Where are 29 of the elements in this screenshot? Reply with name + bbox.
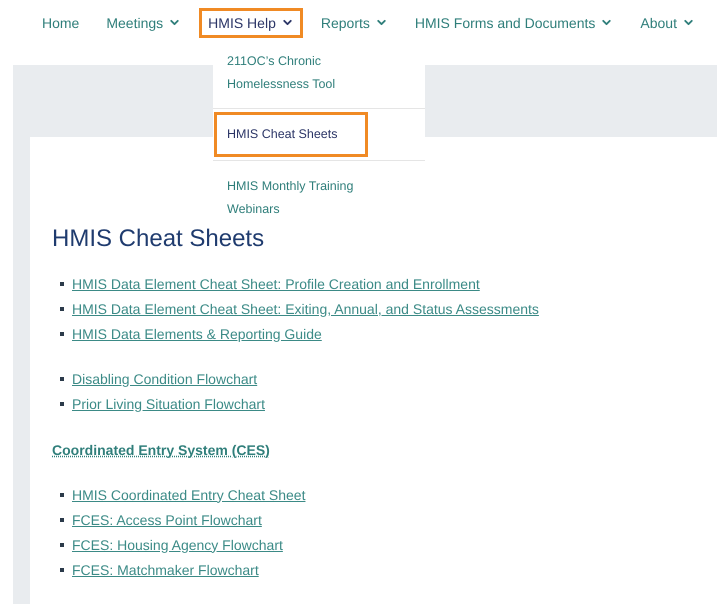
bullet-icon bbox=[60, 282, 64, 286]
nav-link[interactable]: HMIS Forms and Documents bbox=[406, 8, 622, 38]
document-link[interactable]: Prior Living Situation Flowchart bbox=[72, 396, 265, 412]
bullet-icon bbox=[60, 568, 64, 572]
document-link[interactable]: FCES: Matchmaker Flowchart bbox=[72, 562, 259, 578]
page-title: HMIS Cheat Sheets bbox=[52, 225, 266, 253]
document-link[interactable]: HMIS Data Elements & Reporting Guide bbox=[72, 326, 322, 342]
menu-item[interactable]: 211OC’s Chronic Homelessness Tool bbox=[213, 50, 391, 96]
document-link[interactable]: HMIS Coordinated Entry Cheat Sheet bbox=[72, 486, 306, 502]
section-heading-link[interactable]: Coordinated Entry System (CES) bbox=[52, 442, 270, 458]
document-link[interactable]: FCES: Housing Agency Flowchart bbox=[72, 536, 283, 552]
bullet-icon bbox=[60, 542, 64, 546]
menu-item[interactable]: HMIS Cheat Sheets bbox=[214, 112, 368, 157]
bullet-icon bbox=[60, 402, 64, 406]
document-link[interactable]: Disabling Condition Flowchart bbox=[72, 370, 258, 386]
nav-link[interactable]: About bbox=[631, 8, 704, 38]
document-link[interactable]: HMIS Data Element Cheat Sheet: Exiting, Annual, and Status Assessments bbox=[72, 300, 539, 316]
bullet-icon bbox=[60, 332, 64, 336]
nav-link[interactable]: Meetings bbox=[97, 8, 190, 38]
bullet-icon bbox=[60, 518, 64, 522]
bullet-icon bbox=[60, 376, 64, 380]
nav-link[interactable]: Reports bbox=[312, 8, 397, 38]
bullet-icon bbox=[60, 306, 64, 310]
nav-link[interactable]: HMIS Help bbox=[199, 8, 303, 38]
bullet-icon bbox=[60, 492, 64, 496]
document-link[interactable]: FCES: Access Point Flowchart bbox=[72, 512, 262, 528]
document-link[interactable]: HMIS Data Element Cheat Sheet: Profile Creation and Enrollment bbox=[72, 276, 480, 292]
nav-link[interactable]: Home bbox=[33, 8, 88, 38]
menu-item[interactable]: HMIS Monthly Training Webinars bbox=[213, 175, 391, 221]
